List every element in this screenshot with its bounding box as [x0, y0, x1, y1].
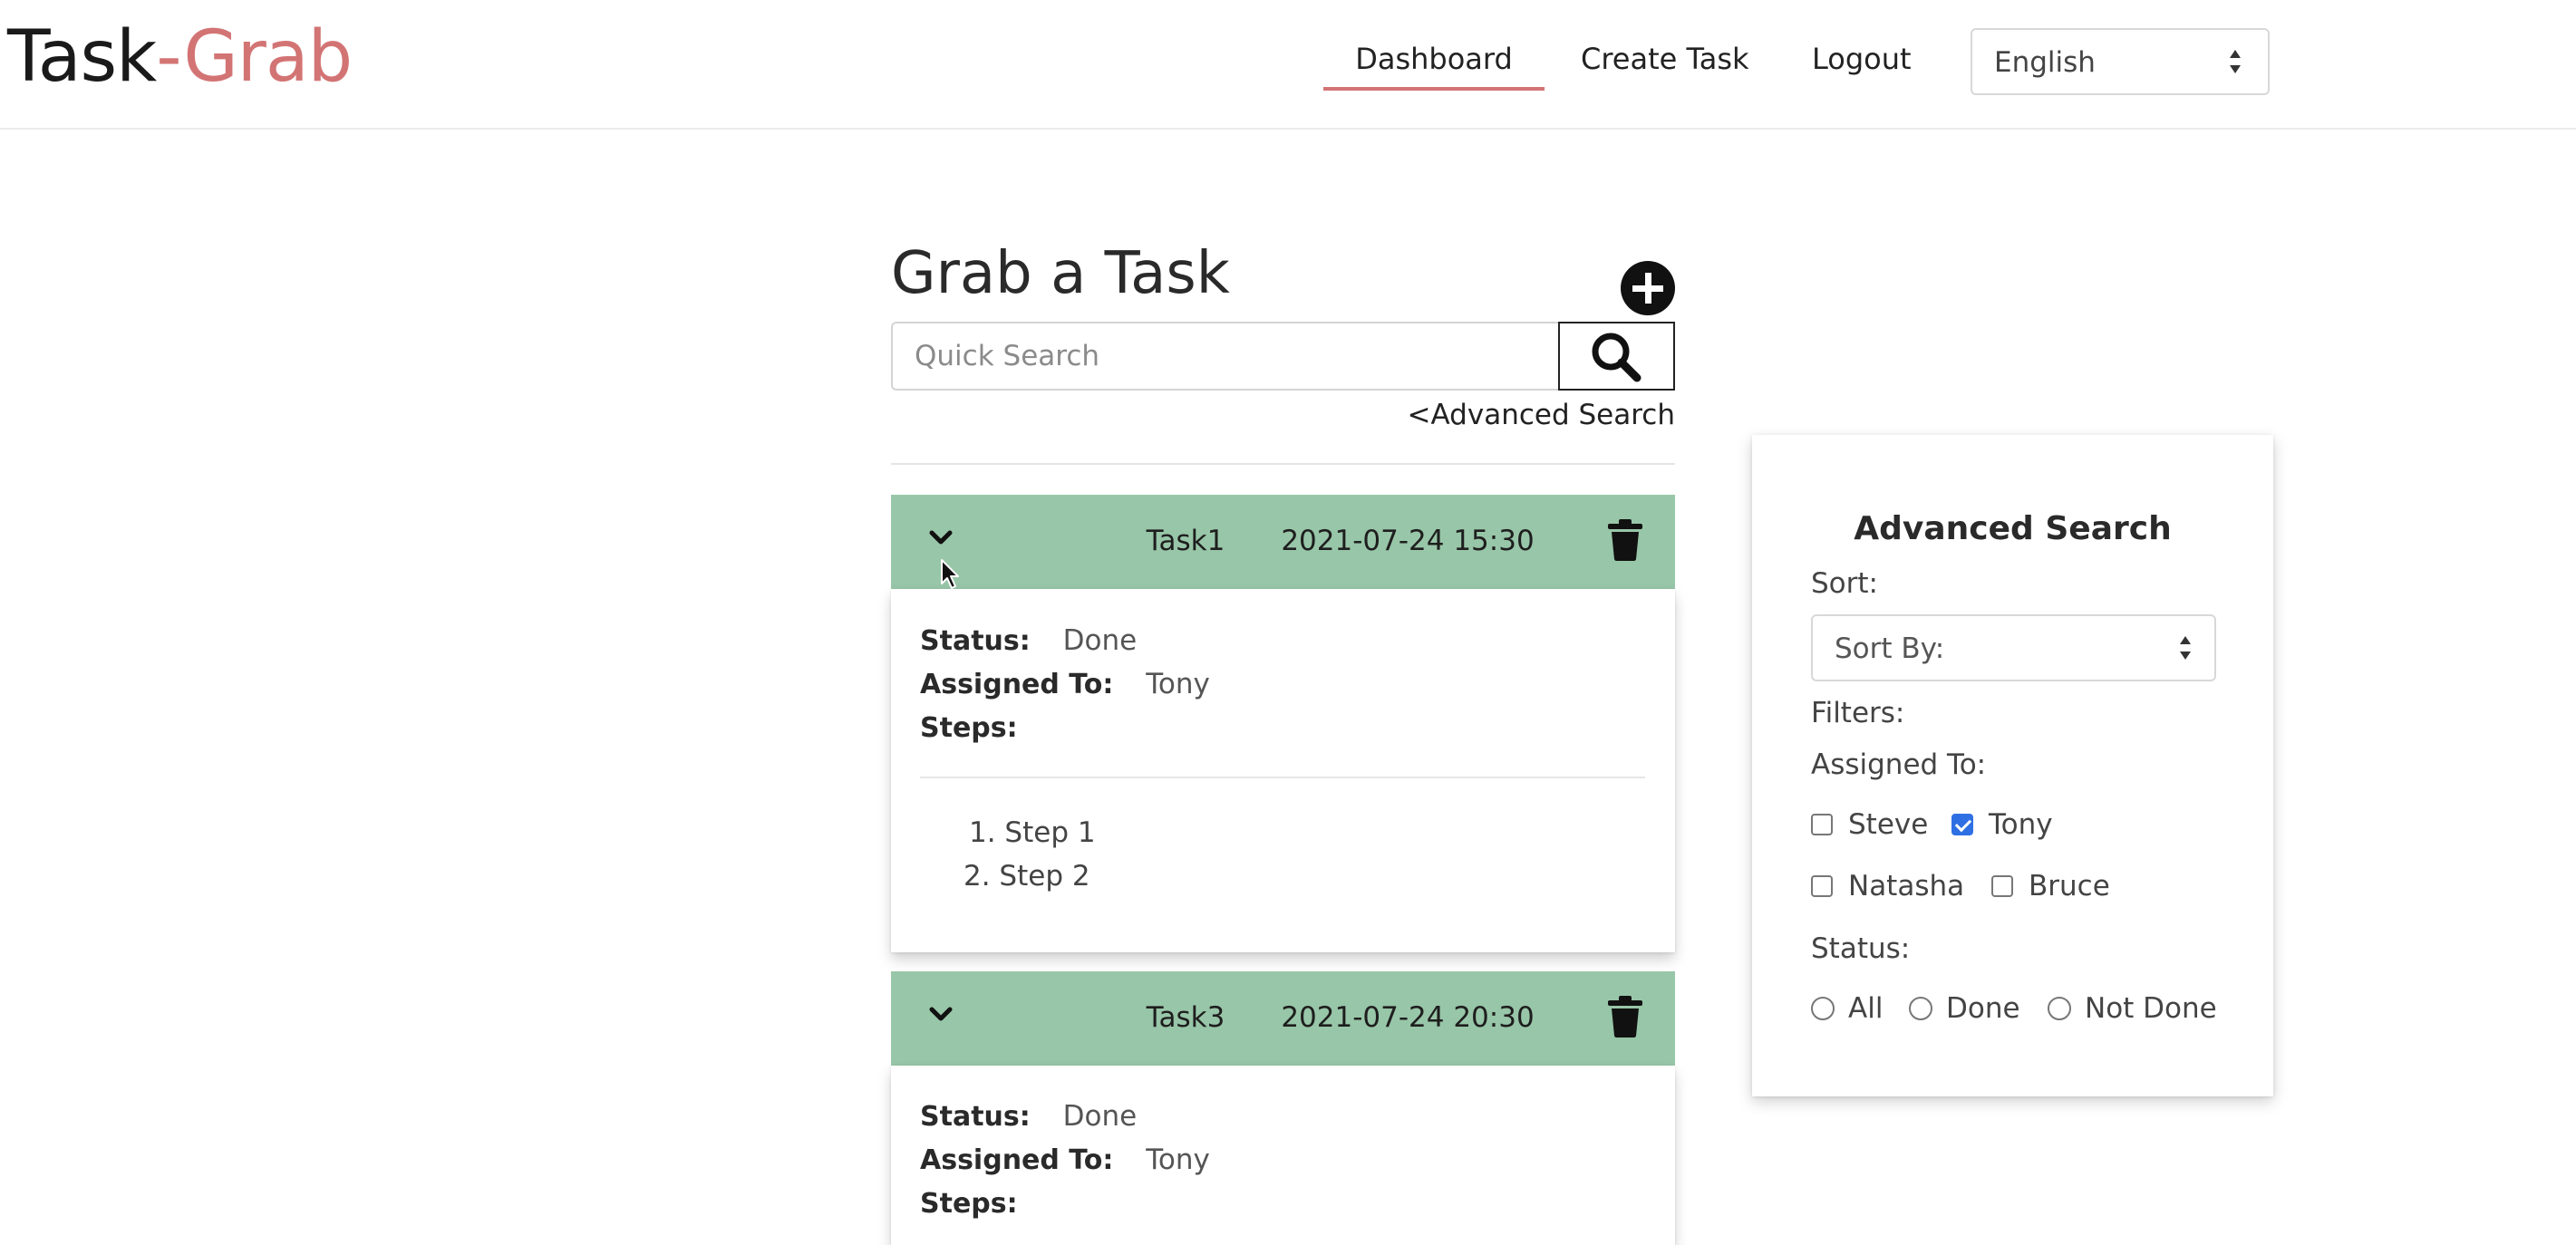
status-value: Done [1062, 624, 1138, 657]
step-item: 2. Step 2 [964, 860, 1090, 893]
language-selected-value: English [1994, 46, 2096, 79]
checkbox-steve[interactable] [1811, 814, 1833, 835]
checkbox-natasha[interactable] [1811, 875, 1833, 897]
status-filter-label: Status: [1811, 932, 1911, 965]
chevron-down-icon[interactable] [927, 524, 954, 551]
assigned-value: Tony [1146, 1144, 1210, 1176]
task-details-card: Status: Done Assigned To: Tony Steps: [891, 1066, 1675, 1245]
assigned-label: Assigned To: [920, 669, 1114, 700]
radio-label-done: Done [1946, 992, 2020, 1025]
assigned-value: Tony [1146, 668, 1210, 700]
advanced-search-title: Advanced Search [1854, 510, 2172, 547]
checkbox-label-natasha: Natasha [1848, 870, 1965, 902]
steps-label: Steps: [920, 712, 1018, 744]
radio-status-not-done[interactable] [2048, 997, 2071, 1020]
task-details-card: Status: Done Assigned To: Tony Steps: 1.… [891, 589, 1675, 952]
checkbox-label-tony: Tony [1989, 808, 2053, 841]
task-steps-row: Steps: [920, 1182, 1018, 1226]
radio-label-not-done: Not Done [2085, 992, 2217, 1025]
task-datetime: 2021-07-24 15:30 [1281, 525, 1535, 557]
page-title: Grab a Task [891, 240, 1230, 307]
task-header[interactable]: Task3 2021-07-24 20:30 [891, 971, 1675, 1066]
step-item: 1. Step 1 [969, 816, 1096, 849]
advanced-search-toggle-link[interactable]: <Advanced Search [1178, 393, 1675, 437]
brand-logo[interactable]: Task-Grab [7, 7, 353, 107]
nav-create-task-link[interactable]: Create Task [1581, 36, 1749, 82]
sort-label: Sort: [1811, 567, 1878, 600]
add-task-button[interactable] [1621, 261, 1675, 315]
checkbox-label-bruce: Bruce [2029, 870, 2110, 902]
section-divider [891, 463, 1675, 465]
radio-status-all[interactable] [1811, 997, 1835, 1020]
nav-dashboard-link[interactable]: Dashboard [1323, 36, 1545, 82]
sort-select[interactable]: Sort By: [1811, 614, 2216, 681]
task-datetime: 2021-07-24 20:30 [1281, 1001, 1535, 1034]
trash-icon[interactable] [1607, 519, 1643, 561]
radio-status-done[interactable] [1909, 997, 1932, 1020]
checkbox-label-steve: Steve [1848, 808, 1929, 841]
assigned-label: Assigned To: [920, 1144, 1114, 1176]
quick-search-input[interactable] [891, 322, 1560, 391]
task-header[interactable]: Task1 2021-07-24 15:30 [891, 495, 1675, 589]
task-status-row: Status: Done [920, 1095, 1137, 1139]
status-label: Status: [920, 1101, 1031, 1133]
task-assigned-row: Assigned To: Tony [920, 662, 1210, 707]
trash-icon[interactable] [1607, 996, 1643, 1038]
mouse-cursor-icon [941, 559, 959, 589]
steps-divider [920, 777, 1645, 778]
status-label: Status: [920, 625, 1031, 657]
select-arrows-icon [2180, 636, 2191, 660]
search-button[interactable] [1558, 322, 1675, 391]
task-status-row: Status: Done [920, 619, 1137, 663]
top-navbar: Task-Grab Dashboard Create Task Logout E… [0, 0, 2576, 130]
nav-logout-link[interactable]: Logout [1812, 36, 1912, 82]
radio-label-all: All [1848, 992, 1884, 1025]
chevron-down-icon[interactable] [927, 1000, 954, 1028]
status-value: Done [1062, 1100, 1138, 1133]
assigned-to-label: Assigned To: [1811, 748, 1987, 781]
steps-label: Steps: [920, 1188, 1018, 1220]
active-nav-indicator [1323, 87, 1545, 91]
advanced-search-panel: Advanced Search Sort: Sort By: Filters: … [1752, 435, 2273, 1096]
sort-selected-value: Sort By: [1835, 632, 1945, 665]
filters-label: Filters: [1811, 697, 1905, 729]
checkbox-tony[interactable] [1951, 814, 1973, 835]
task-steps-row: Steps: [920, 706, 1018, 750]
language-select[interactable]: English [1971, 28, 2270, 95]
brand-main-text: Task [7, 16, 157, 98]
checkbox-bruce[interactable] [1991, 875, 2013, 897]
brand-accent-text: -Grab [156, 16, 353, 98]
select-arrows-icon [2230, 50, 2241, 73]
task-assigned-row: Assigned To: Tony [920, 1138, 1210, 1182]
search-icon [1592, 333, 1641, 382]
